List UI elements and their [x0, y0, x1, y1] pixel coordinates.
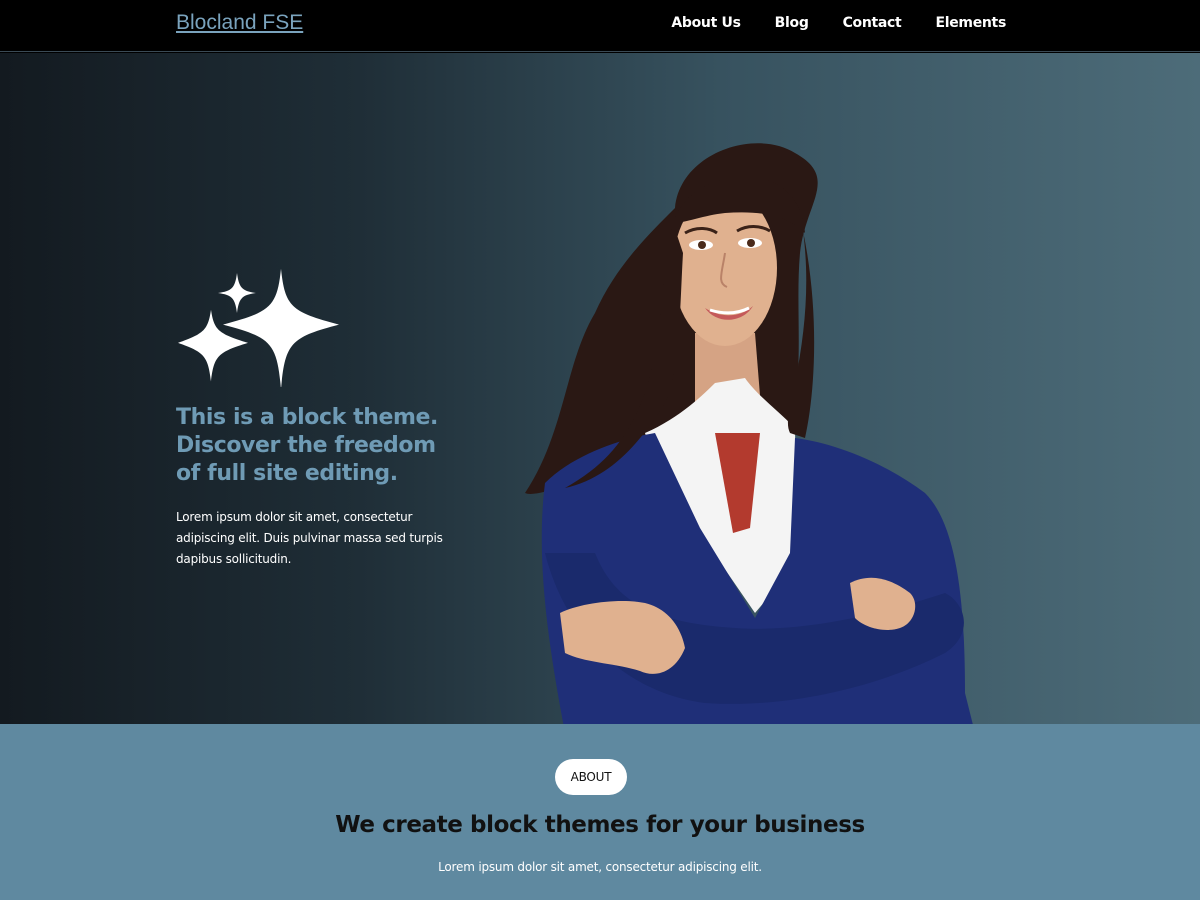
nav-blog[interactable]: Blog — [775, 15, 809, 31]
about-badge[interactable]: ABOUT — [555, 759, 627, 795]
nav-contact[interactable]: Contact — [843, 15, 902, 31]
about-title: We create block themes for your business — [335, 812, 865, 838]
woman-portrait — [525, 143, 973, 724]
main-nav: About Us Blog Contact Elements — [671, 15, 1006, 31]
nav-elements[interactable]: Elements — [935, 15, 1006, 31]
about-description: Lorem ipsum dolor sit amet, consectetur … — [438, 860, 762, 874]
nav-about-us[interactable]: About Us — [671, 15, 741, 31]
site-header: Blocland FSE About Us Blog Contact Eleme… — [0, 0, 1200, 52]
about-section: ABOUT We create block themes for your bu… — [0, 724, 1200, 900]
site-title-link[interactable]: Blocland FSE — [176, 11, 303, 35]
sparkles-icon — [178, 268, 339, 387]
hero-description: Lorem ipsum dolor sit amet, consectetur … — [176, 510, 443, 566]
hero-section: This is a block theme. Discover the free… — [0, 53, 1200, 724]
hero-heading: This is a block theme. Discover the free… — [176, 405, 438, 486]
